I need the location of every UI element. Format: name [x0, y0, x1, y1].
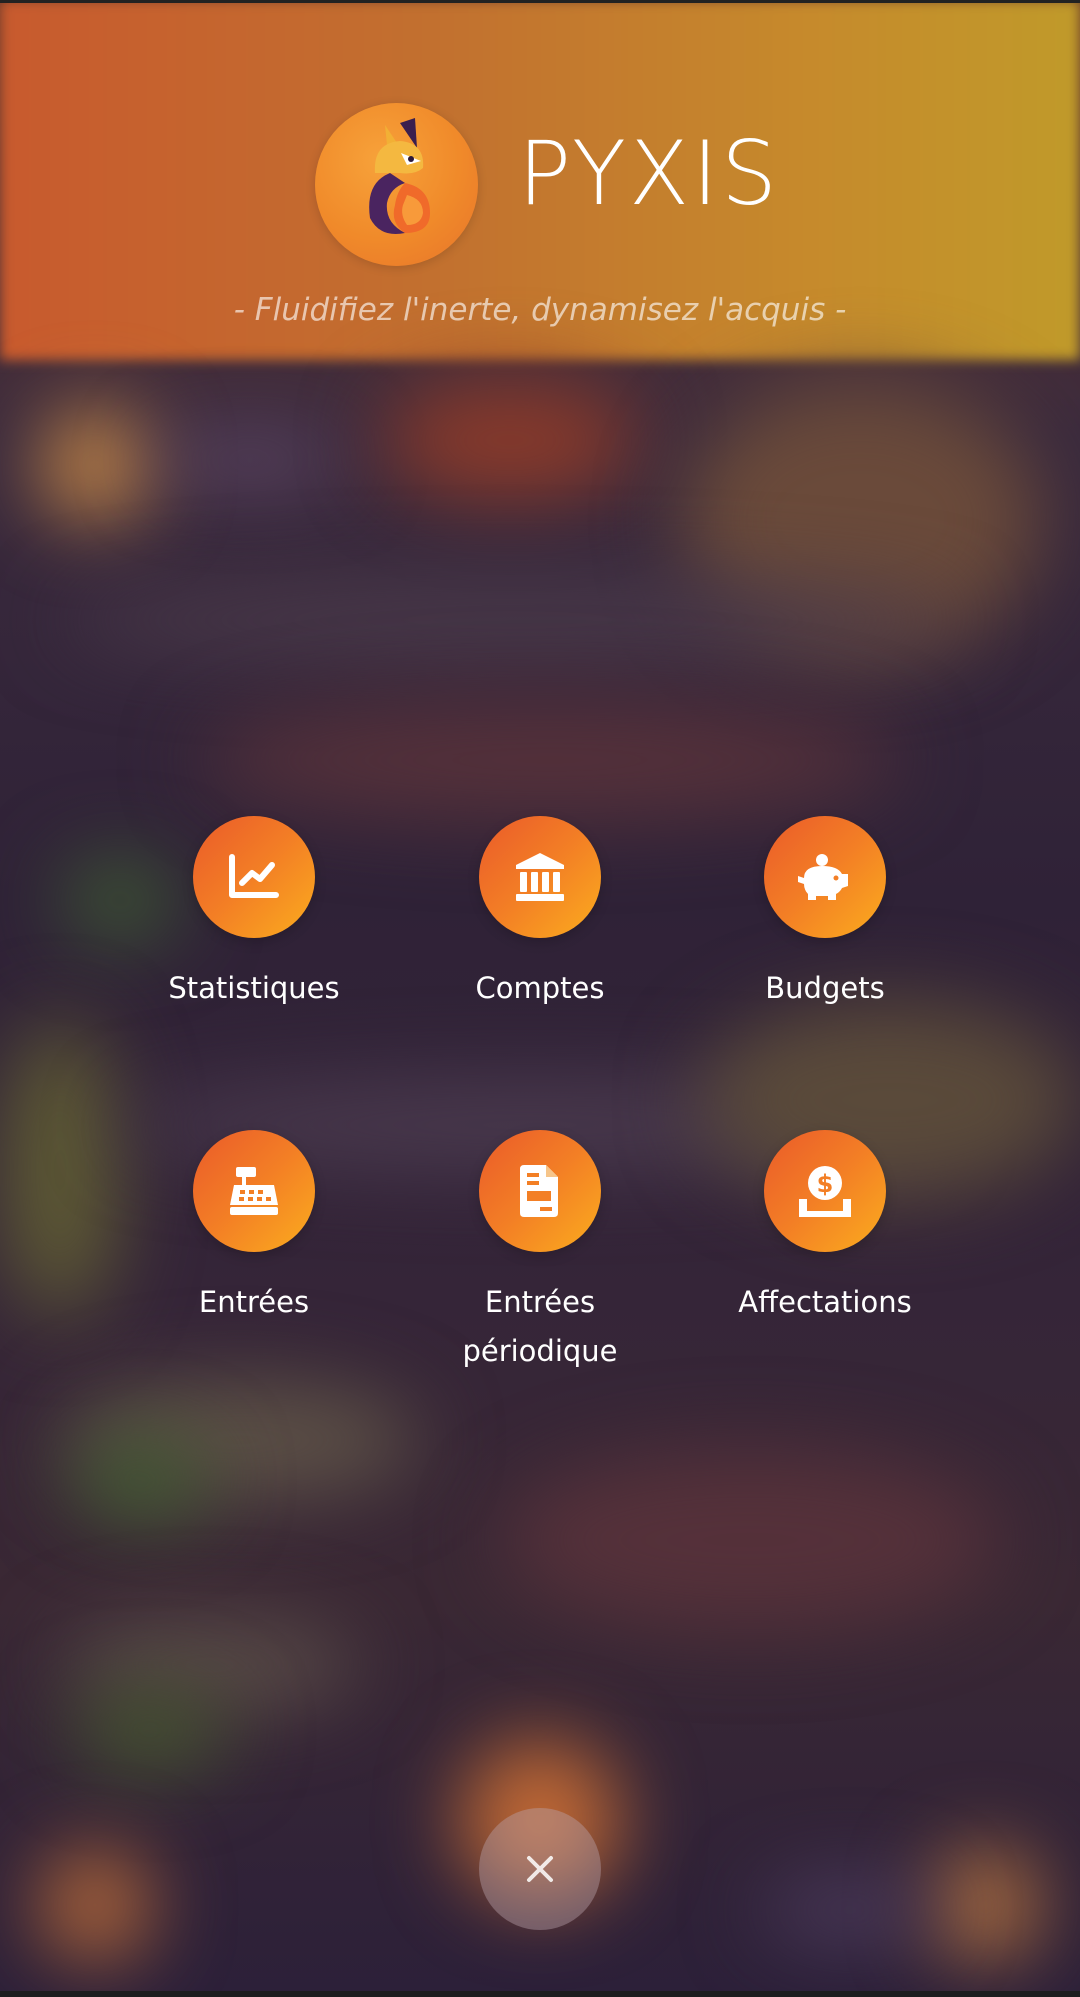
hand-dollar-icon[interactable]: $: [764, 1130, 886, 1252]
menu-label: Entrées: [198, 1285, 310, 1319]
menu-item-budgets[interactable]: Budgets: [685, 816, 965, 1013]
background-blob: [0, 1020, 120, 1320]
background-blob: [150, 440, 350, 480]
menu-label: Entrées périodique: [462, 1285, 618, 1368]
background-blob: [60, 580, 960, 660]
menu-label: Budgets: [765, 971, 885, 1005]
svg-text:$: $: [817, 1170, 834, 1198]
background-blob: [40, 1850, 150, 1960]
bank-icon[interactable]: [479, 816, 601, 938]
app-title: PYXIS: [518, 122, 780, 225]
menu-label: Affectations: [738, 1285, 912, 1319]
status-bar-edge: [0, 0, 1080, 3]
app-tagline: - Fluidifiez l'inerte, dynamisez l'acqui…: [233, 292, 847, 328]
file-invoice-icon[interactable]: [479, 1130, 601, 1252]
chart-line-icon[interactable]: [193, 816, 315, 938]
background-blob: [70, 1690, 230, 1770]
fox-logo-icon: [369, 118, 430, 234]
background-blob: [40, 410, 150, 520]
piggy-bank-icon[interactable]: [764, 816, 886, 938]
menu-item-statistiques[interactable]: Statistiques: [114, 816, 394, 1013]
menu-item-affectations[interactable]: $ Affectations: [685, 1130, 965, 1327]
close-icon: [527, 1856, 553, 1882]
background-blob: [200, 700, 900, 820]
navigation-bar-edge: [0, 1991, 1080, 1997]
menu-item-entrees[interactable]: Entrées: [114, 1130, 394, 1327]
background-blob: [930, 1850, 1040, 1960]
menu-item-comptes[interactable]: Comptes: [400, 816, 680, 1013]
close-button[interactable]: [479, 1808, 601, 1930]
background-blob: [760, 1880, 940, 1940]
cash-register-icon[interactable]: [193, 1130, 315, 1252]
menu-label: Comptes: [475, 971, 605, 1005]
background-blob: [500, 1450, 1000, 1630]
menu-item-entrees-periodique[interactable]: Entrées périodique: [400, 1130, 680, 1376]
app-logo: [315, 103, 478, 266]
background-blob: [70, 1440, 210, 1520]
background-blob: [380, 380, 640, 500]
menu-label: Statistiques: [168, 971, 340, 1005]
